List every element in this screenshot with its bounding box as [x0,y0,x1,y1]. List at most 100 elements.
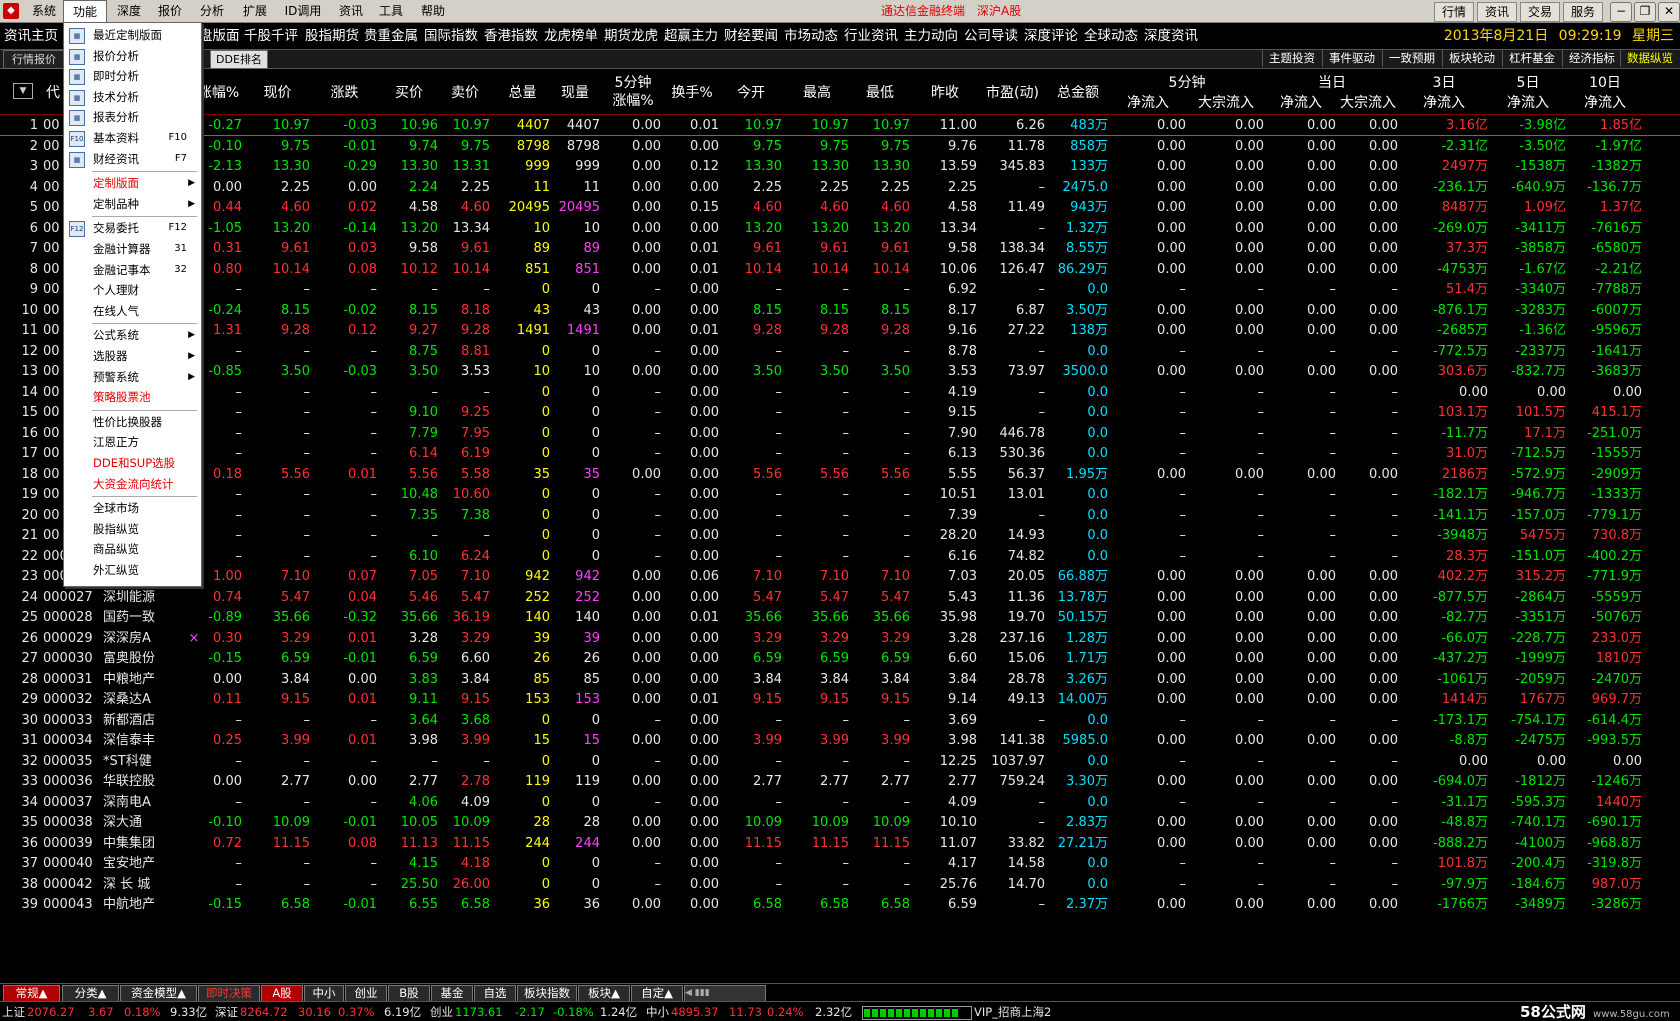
table-row[interactable]: 31 000034 深信泰丰 0.25 3.99 0.01 3.98 3.99 15 15 0.00… [0,730,1680,752]
tab-dde-ranking[interactable]: DDE排名 [210,50,268,69]
tab-right[interactable]: 主题投资 [1262,50,1321,67]
table-row[interactable]: 10 00 -0.24 8.15 -0.02 8.15 8.18 43 43 0.00 0.00 8.… [0,300,1680,322]
table-row[interactable]: 9 00– – – – –0 0–0.00– – –6.92–0.0– – – –51.4万 -3340… [0,279,1680,301]
sort-toggle-icon[interactable]: ▼ [13,83,33,99]
table-row[interactable]: 11 00 1.31 9.28 0.12 9.27 9.28 1491 1491 0.00 0.01… [0,320,1680,342]
group-header-1[interactable]: 当日 [1266,72,1398,92]
table-row[interactable]: 4 00 0.00 2.25 0.00 2.24 2.25 11 11 0.00 0.00 2.25 2… [0,177,1680,199]
dropdown-item[interactable]: 策略股票池 [64,387,201,407]
dropdown-item[interactable]: F10 基本资料 F10 [64,128,201,148]
nav-link[interactable]: 超赢主力 [664,23,718,49]
table-row[interactable]: 21 00– – – – –0 0–0.00– – –28.20 14.93 0.0– – – – -394… [0,525,1680,547]
nav-link[interactable]: 主力动向 [904,23,958,49]
menu-analysis[interactable]: 分析 [191,0,233,22]
horizontal-scrollbar[interactable]: ◀ ▮▮▮ [684,985,766,1002]
table-row[interactable]: 5 00 0.44 4.60 0.02 4.58 4.60 20495 20495 0.00 0.1… [0,197,1680,219]
group-subheader[interactable]: 净流入 [1568,92,1642,112]
table-row[interactable]: 14 00– – – – –0 0–0.00– – –4.19–0.0– – – –0.00 0.00 0… [0,382,1680,404]
nav-link[interactable]: 千股千评 [244,23,298,49]
table-row[interactable]: 29 000032 深桑达A 0.11 9.15 0.01 9.11 9.15 153 153 0.… [0,689,1680,711]
group-subheader[interactable]: 净流入 [1266,92,1336,112]
menu-system[interactable]: 系统 [25,0,63,22]
tab-right[interactable]: 一致预期 [1382,50,1441,67]
table-row[interactable]: 30 000033 新都酒店 – – – 3.64 3.68 0 0 – 0.00 – – – 3.69 – 0.… [0,710,1680,732]
table-row[interactable]: 28 000031 中粮地产 0.00 3.84 0.00 3.83 3.84 85 85 0.00… [0,669,1680,691]
menu-extend[interactable]: 扩展 [235,0,275,22]
bottom-tab[interactable]: 自定▲ [631,985,683,1002]
dropdown-item[interactable]: 金融记事本 32 [64,260,201,280]
table-row[interactable]: 32 000035 *ST科健 – – – – – 0 0 – 0.00 – – – 12.25 1037.97… [0,751,1680,773]
dropdown-item[interactable]: 预警系统 ▶ [64,367,201,387]
right-button-trade[interactable]: 交易 [1520,2,1560,22]
dropdown-item[interactable]: ▦ 财经资讯 F7 [64,149,201,169]
header-15[interactable]: 总金额 [1048,82,1108,102]
menu-depth[interactable]: 深度 [109,0,149,22]
dropdown-item[interactable]: 股指纵览 [64,519,201,539]
table-row[interactable]: 22000025特 力A–––6.106.2400–0.00–––6.1674.… [0,546,1680,568]
bottom-tab[interactable]: 基金 [431,985,473,1002]
bottom-tab[interactable]: 自选 [474,985,516,1002]
dropdown-item[interactable]: 金融计算器 31 [64,239,201,259]
header-0[interactable]: 代 [43,82,63,102]
table-row[interactable]: 33 000036 华联控股 0.00 2.77 0.00 2.77 2.78 119 119 0.… [0,771,1680,793]
header-10[interactable]: 今开 [720,82,782,102]
nav-link[interactable]: 盘版面 [199,23,240,49]
table-row[interactable]: 26 000029 深深房A × 0.30 3.29 0.01 3.28 3.29 39 39 0.0… [0,628,1680,650]
tab-right[interactable]: 数据纵览 [1620,50,1679,67]
nav-link[interactable]: 财经要闻 [724,23,778,49]
close-icon[interactable]: ✕ [1658,2,1680,22]
nav-link[interactable]: 股指期货 [305,23,359,49]
dropdown-item[interactable]: 全球市场 [64,498,201,518]
group-header-2[interactable]: 3日 [1400,72,1488,92]
nav-link[interactable]: 贵重金属 [364,23,418,49]
table-row[interactable]: 7 00 0.31 9.61 0.03 9.58 9.61 89 89 0.00 0.01 9.61 9… [0,238,1680,260]
header-9[interactable]: 换手% [665,82,719,102]
group-header-4[interactable]: 10日 [1568,72,1642,92]
bottom-tab[interactable]: 板块▲ [578,985,630,1002]
table-row[interactable]: 20 00– – –7.35 7.38 0 0–0.00– – –7.39–0.0– – – – -14… [0,505,1680,527]
table-row[interactable]: 18 00 0.18 5.56 0.01 5.56 5.58 35 35 0.00 0.00 5.56… [0,464,1680,486]
nav-link[interactable]: 香港指数 [484,23,538,49]
market-label[interactable]: 深沪A股 [977,0,1021,22]
table-row[interactable]: 39 000043 中航地产 -0.15 6.58 -0.01 6.55 6.58 36 36 0.… [0,894,1680,916]
nav-link[interactable]: 龙虎榜单 [544,23,598,49]
header-2[interactable]: 现价 [245,82,310,102]
table-row[interactable]: 19 00– – –10.48 10.60 0 0–0.00– – –10.51 13.01 0.0… [0,484,1680,506]
table-row[interactable]: 3 00 -2.13 13.30 -0.29 13.30 13.31 999 999 0.00 0.… [0,156,1680,178]
minimize-icon[interactable]: − [1610,2,1632,22]
dropdown-item[interactable]: DDE和SUP选股 [64,453,201,473]
header-8[interactable]: 5分钟 [605,72,661,92]
bottom-tab[interactable]: A股 [261,985,303,1002]
header-3[interactable]: 涨跌 [312,82,377,102]
dropdown-item[interactable]: 性价比换股器 [64,412,201,432]
table-row[interactable]: 13 00 -0.85 3.50 -0.03 3.50 3.53 10 10 0.00 0.00 3.… [0,361,1680,383]
dropdown-item[interactable]: 定制品种 ▶ [64,194,201,214]
header-1[interactable]: 涨幅% [195,82,242,102]
nav-link[interactable]: 公司导读 [964,23,1018,49]
table-row[interactable]: 16 00– – –7.79 7.95 0 0–0.00– – –7.90 446.78 0.0– –… [0,423,1680,445]
dropdown-item[interactable]: F12 交易委托 F12 [64,218,201,238]
menu-id-call[interactable]: ID调用 [277,0,329,22]
group-subheader[interactable]: 净流入 [1400,92,1488,112]
table-row[interactable]: 2 00 -0.10 9.75 -0.01 9.74 9.75 8798 8798 0.00 0.0… [0,136,1680,158]
menu-function[interactable]: 功能 [63,0,107,22]
header-8-sub[interactable]: 涨幅% [605,90,661,110]
table-row[interactable]: 35 000038 深大通 -0.10 10.09 -0.01 10.05 10.09 28 28… [0,812,1680,834]
header-12[interactable]: 最低 [850,82,910,102]
table-row[interactable]: 25 000028 国药一致 -0.89 35.66 -0.32 35.66 36.19 140… [0,607,1680,629]
dropdown-item[interactable]: 大资金流向统计 [64,474,201,494]
dropdown-item[interactable]: 在线人气 [64,301,201,321]
dropdown-item[interactable]: ▦ 技术分析 [64,87,201,107]
table-row[interactable]: 8 00 0.80 10.14 0.08 10.12 10.14 851 851 0.00 0.01… [0,259,1680,281]
tab-right[interactable]: 经济指标 [1562,50,1621,67]
dropdown-item[interactable]: 公式系统 ▶ [64,325,201,345]
header-11[interactable]: 最高 [785,82,849,102]
dropdown-item[interactable]: 商品纵览 [64,539,201,559]
dropdown-item[interactable]: ▦ 报表分析 [64,107,201,127]
header-5[interactable]: 卖价 [440,82,490,102]
dropdown-item[interactable]: ▦ 即时分析 [64,66,201,86]
menu-news[interactable]: 资讯 [331,0,371,22]
right-button-news[interactable]: 资讯 [1477,2,1517,22]
nav-link[interactable]: 期货龙虎 [604,23,658,49]
tab-right[interactable]: 杠杆基金 [1502,50,1561,67]
